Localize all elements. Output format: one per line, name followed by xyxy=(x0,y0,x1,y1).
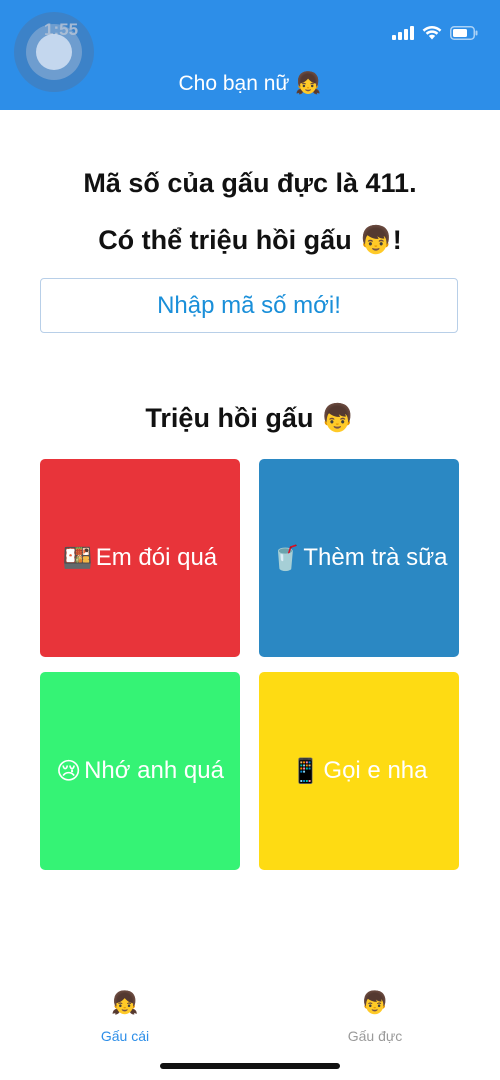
tab-label: Gấu đực xyxy=(347,1028,403,1044)
tile-label: Nhớ anh quá xyxy=(84,757,224,784)
hungry-tile[interactable]: 🍱 Em đói quá xyxy=(40,459,240,657)
milk-tea-tile[interactable]: 🥤 Thèm trà sữa xyxy=(259,459,459,657)
wifi-icon xyxy=(422,25,442,40)
page-title: Cho bạn nữ 👧 xyxy=(178,72,322,95)
call-me-tile[interactable]: 📱 Gọi e nha xyxy=(259,672,459,870)
tile-label: Gọi e nha xyxy=(323,757,428,784)
tab-label: Gấu cái xyxy=(100,1028,150,1044)
boy-icon: 👦 xyxy=(361,990,389,1015)
tile-label: Em đói quá xyxy=(95,544,218,571)
tab-gau-cai[interactable]: 👧 Gấu cái xyxy=(60,990,190,1044)
miss-you-tile[interactable]: 😢 Nhớ anh quá xyxy=(40,672,240,870)
crying-face-icon: 😢 xyxy=(56,757,82,785)
status-icons xyxy=(392,20,478,40)
app-header: 1:55 Cho bạn nữ 👧 xyxy=(0,0,500,110)
summon-section-title: Triệu hồi gấu 👦 xyxy=(145,403,355,433)
bento-box-icon: 🍱 xyxy=(62,544,93,572)
bear-code-text: Mã số của gấu đực là 411. xyxy=(83,168,417,198)
summon-available-text: Có thể triệu hồi gấu 👦! xyxy=(98,225,402,255)
home-indicator[interactable] xyxy=(160,1063,340,1069)
battery-icon xyxy=(450,26,478,40)
enter-new-code-button[interactable]: Nhập mã số mới! xyxy=(40,278,458,333)
cup-with-straw-icon: 🥤 xyxy=(270,544,301,572)
tile-label: Thèm trà sữa xyxy=(303,544,448,571)
tab-gau-duc[interactable]: 👦 Gấu đực xyxy=(310,990,440,1044)
cellular-signal-icon xyxy=(392,26,414,40)
mobile-phone-icon: 📱 xyxy=(290,757,321,785)
girl-icon: 👧 xyxy=(111,990,139,1015)
